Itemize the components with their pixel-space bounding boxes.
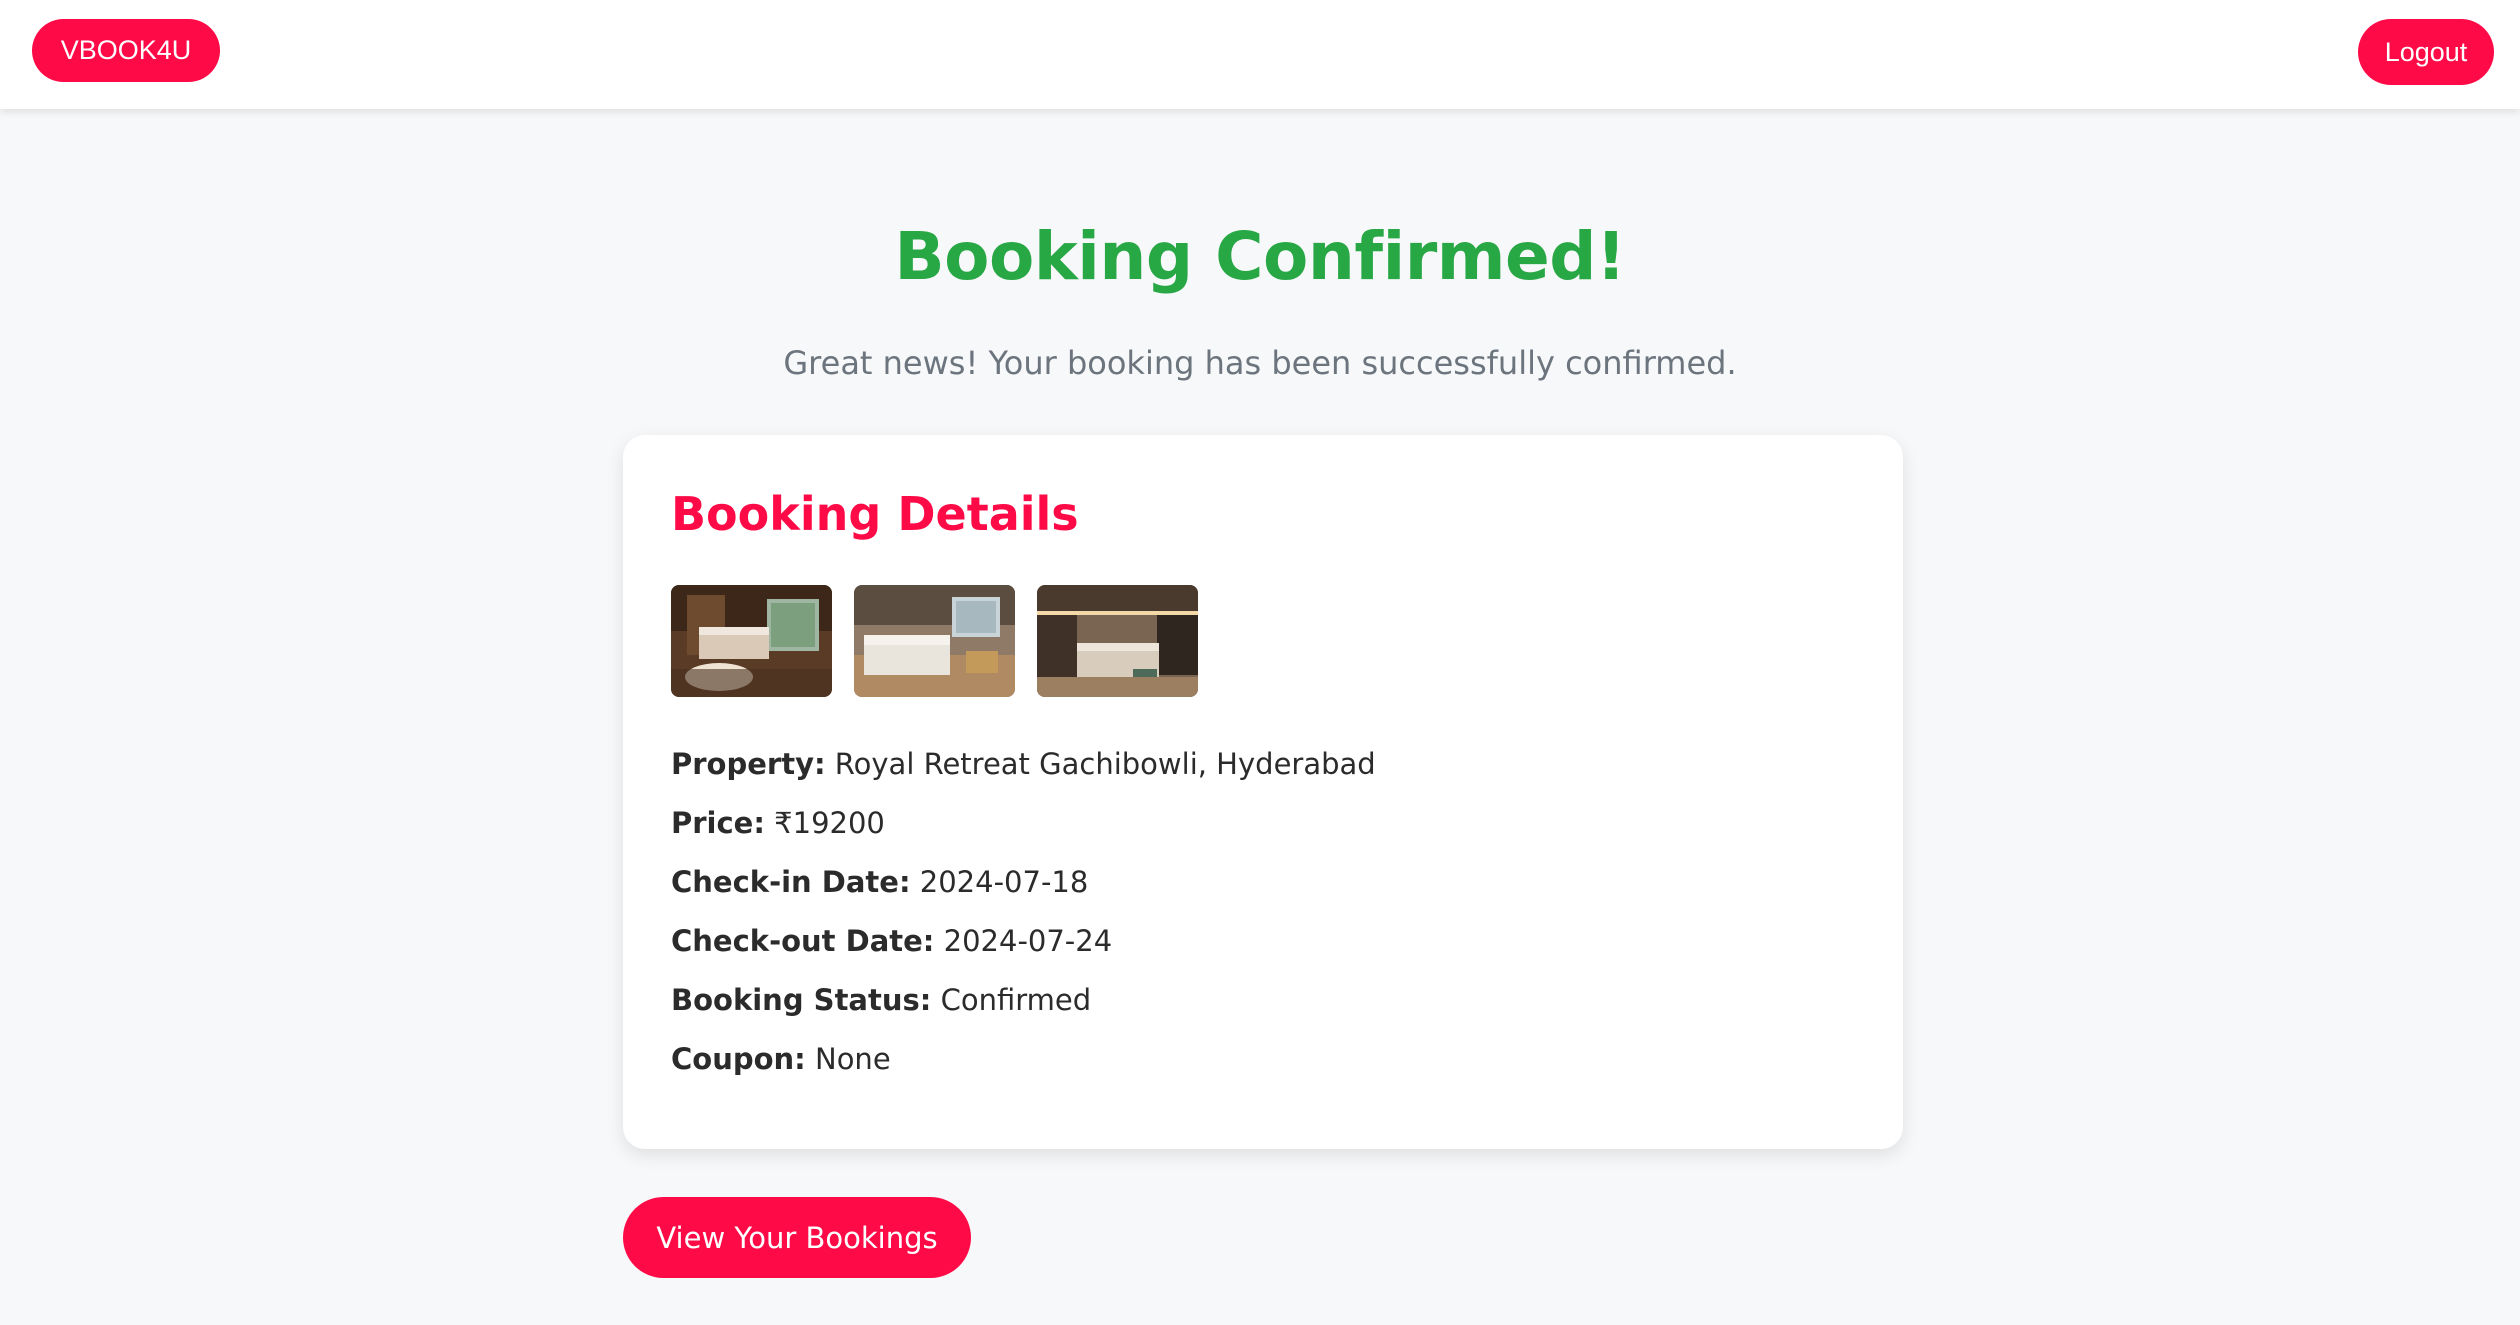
- top-navbar: VBOOK4U Logout: [0, 0, 2520, 109]
- view-bookings-button[interactable]: View Your Bookings: [623, 1197, 971, 1278]
- booking-details-title: Booking Details: [671, 487, 1079, 541]
- confirmation-title: Booking Confirmed!: [894, 218, 1626, 295]
- detail-coupon: Coupon: None: [671, 1042, 1376, 1101]
- booking-details-list: Property: Royal Retreat Gachibowli, Hyde…: [671, 747, 1376, 1101]
- detail-status: Booking Status: Confirmed: [671, 983, 1376, 1042]
- detail-price: Price: ₹19200: [671, 806, 1376, 865]
- detail-property: Property: Royal Retreat Gachibowli, Hyde…: [671, 747, 1376, 806]
- logout-button[interactable]: Logout: [2358, 19, 2494, 85]
- detail-property-label: Property:: [671, 747, 826, 781]
- confirmation-message: Great news! Your booking has been succes…: [783, 344, 1737, 382]
- room-photo-1-image: [671, 585, 832, 697]
- room-photo-1[interactable]: [671, 585, 832, 697]
- booking-details-card: Booking Details Property: Royal Retreat …: [623, 435, 1903, 1149]
- detail-check-out-label: Check-out Date:: [671, 924, 935, 958]
- room-photo-2-image: [854, 585, 1015, 697]
- brand-button[interactable]: VBOOK4U: [32, 19, 220, 82]
- detail-status-value: Confirmed: [940, 983, 1092, 1017]
- detail-price-value: ₹19200: [774, 806, 885, 840]
- detail-property-value: Royal Retreat Gachibowli, Hyderabad: [834, 747, 1376, 781]
- detail-check-out-value: 2024-07-24: [943, 924, 1113, 958]
- detail-check-out: Check-out Date: 2024-07-24: [671, 924, 1376, 983]
- room-photo-2[interactable]: [854, 585, 1015, 697]
- detail-coupon-value: None: [815, 1042, 891, 1076]
- detail-check-in-label: Check-in Date:: [671, 865, 911, 899]
- detail-price-label: Price:: [671, 806, 765, 840]
- detail-check-in: Check-in Date: 2024-07-18: [671, 865, 1376, 924]
- room-photo-3[interactable]: [1037, 585, 1198, 697]
- room-photo-3-image: [1037, 585, 1198, 697]
- detail-coupon-label: Coupon:: [671, 1042, 806, 1076]
- room-photo-gallery: [671, 585, 1198, 697]
- detail-status-label: Booking Status:: [671, 983, 932, 1017]
- detail-check-in-value: 2024-07-18: [919, 865, 1089, 899]
